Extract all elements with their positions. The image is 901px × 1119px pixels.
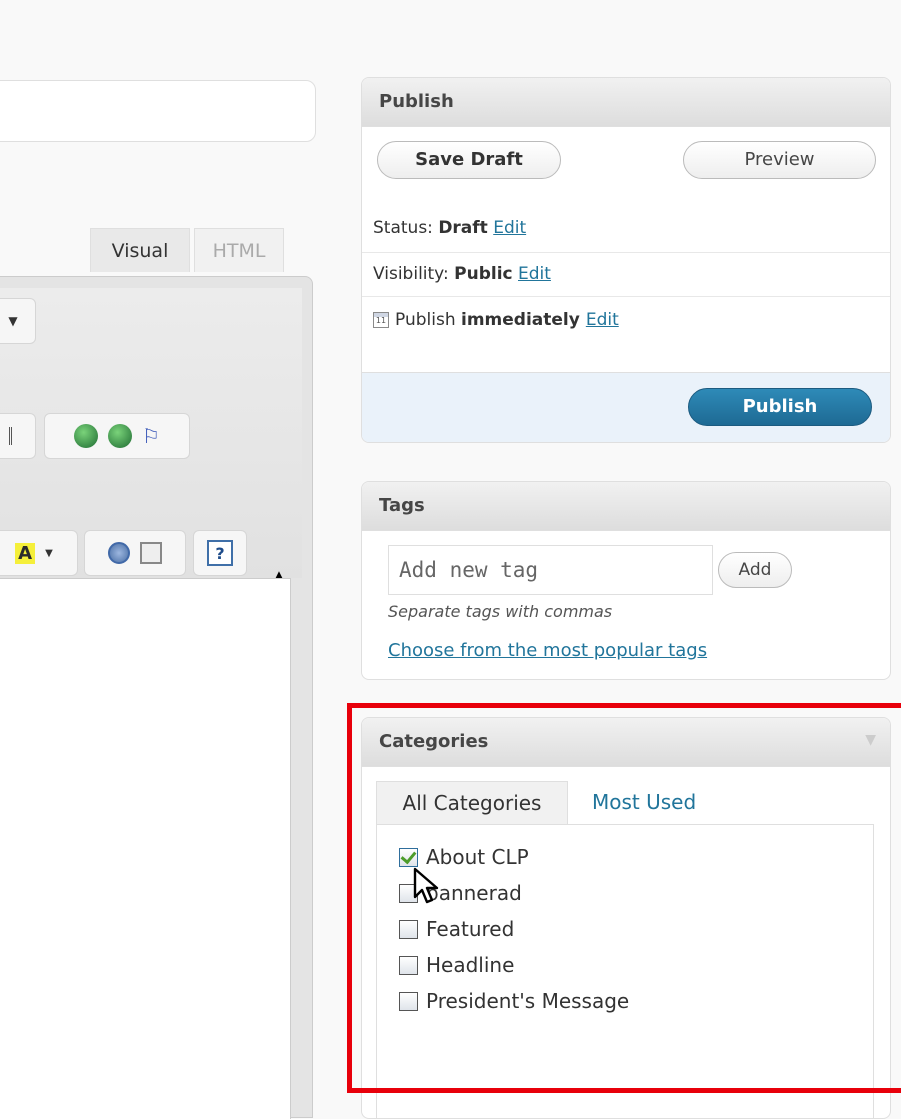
status-label: Status: <box>373 218 439 238</box>
edit-visibility-link[interactable]: Edit <box>518 264 551 284</box>
edit-schedule-link[interactable]: Edit <box>586 310 619 330</box>
edit-status-link[interactable]: Edit <box>493 218 526 238</box>
visibility-row: Visibility: Public Edit <box>362 264 890 284</box>
toolbar-group-media <box>84 530 186 576</box>
font-color-icon[interactable]: A <box>15 542 36 564</box>
link-icon[interactable] <box>74 424 99 448</box>
calendar-icon: 11 <box>373 312 389 328</box>
status-row: Status: Draft Edit <box>362 218 890 238</box>
toolbar-group-align <box>0 413 36 459</box>
divider <box>362 296 890 297</box>
publish-box: Publish Save Draft Preview Status: Draft… <box>361 77 891 443</box>
visibility-label: Visibility: <box>373 264 455 284</box>
schedule-value: immediately <box>461 310 580 330</box>
toolbar-group-color: A ▼ <box>0 530 78 576</box>
align-icon[interactable] <box>8 427 18 445</box>
post-title-input[interactable] <box>0 80 316 142</box>
chevron-down-icon: ▼ <box>8 314 18 328</box>
toolbar-group-help: ? <box>193 530 247 576</box>
status-value: Draft <box>438 218 488 238</box>
editor-content-area[interactable] <box>0 578 291 1119</box>
anchor-flag-icon[interactable]: ⚐ <box>142 424 160 448</box>
highlight-frame <box>347 703 901 1093</box>
publish-box-title: Publish <box>362 78 890 127</box>
schedule-row: 11 Publish immediately Edit <box>362 310 890 330</box>
add-tag-button[interactable]: Add <box>718 552 792 588</box>
chevron-down-icon[interactable]: ▼ <box>45 548 53 559</box>
tags-box-title: Tags <box>362 482 890 531</box>
schedule-label: Publish <box>395 310 461 330</box>
help-icon[interactable]: ? <box>207 540 233 566</box>
format-dropdown[interactable]: ▼ <box>0 298 36 344</box>
unlink-icon[interactable] <box>108 424 133 448</box>
toolbar-group-links: ⚐ <box>44 413 190 459</box>
preview-button[interactable]: Preview <box>683 141 876 179</box>
tag-hint: Separate tags with commas <box>388 602 613 621</box>
visibility-value: Public <box>454 264 513 284</box>
tab-html[interactable]: HTML <box>194 228 284 272</box>
divider <box>362 252 890 253</box>
publish-actions: Publish <box>362 372 890 442</box>
tab-visual[interactable]: Visual <box>90 228 190 272</box>
save-draft-button[interactable]: Save Draft <box>377 141 561 179</box>
tag-input[interactable]: Add new tag <box>388 545 713 595</box>
media-icon[interactable] <box>108 542 130 564</box>
search-replace-icon[interactable] <box>140 542 162 564</box>
tags-box: Tags Add new tag Add Separate tags with … <box>361 481 891 680</box>
publish-button[interactable]: Publish <box>688 388 872 426</box>
popular-tags-link[interactable]: Choose from the most popular tags <box>388 640 707 661</box>
